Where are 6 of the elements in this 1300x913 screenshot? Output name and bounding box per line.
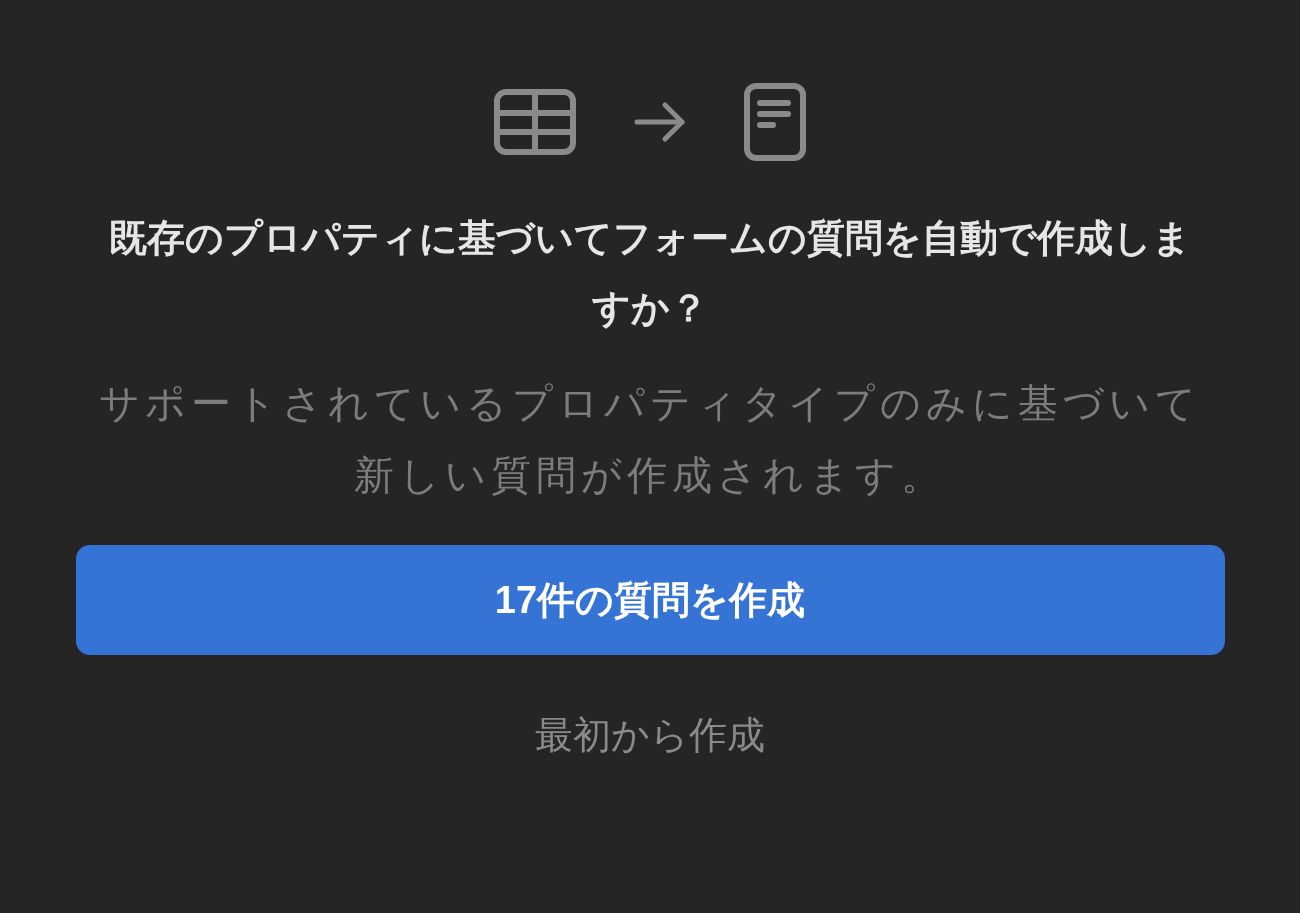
dialog-title: 既存のプロパティに基づいてフォームの質問を自動で作成しますか？ [108,216,1192,331]
start-from-scratch-link[interactable]: 最初から作成 [535,707,765,764]
document-icon [744,83,806,161]
table-icon [494,89,576,155]
dialog-description: サポートされているプロパティタイプのみに基づいて新しい質問が作成されます。 [98,380,1202,499]
create-questions-button[interactable]: 17件の質問を作成 [75,545,1225,655]
